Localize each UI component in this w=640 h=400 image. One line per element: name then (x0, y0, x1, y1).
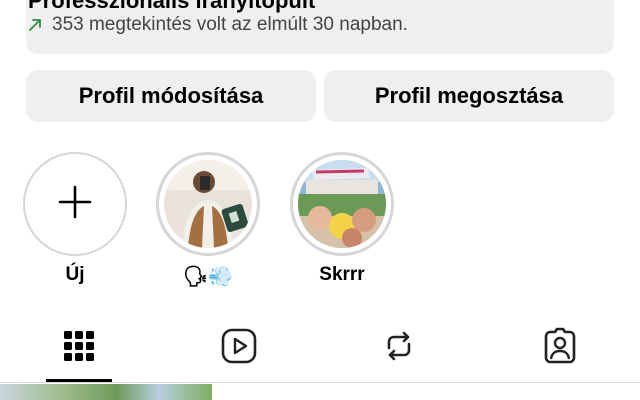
highlight-label: Új (65, 264, 85, 285)
highlight-ring[interactable] (290, 152, 394, 256)
highlight-cover-image (298, 160, 386, 248)
highlight-item[interactable]: 🗣💨 (156, 152, 260, 288)
post-thumbnail[interactable] (0, 384, 212, 400)
plus-icon (57, 184, 93, 225)
highlight-new[interactable]: Új (23, 152, 127, 285)
tab-tagged[interactable] (538, 326, 582, 370)
repost-icon (381, 328, 417, 369)
highlight-label: Skrrr (319, 264, 365, 285)
reels-play-icon (220, 327, 258, 370)
grid-icon (62, 329, 96, 368)
tabs-divider (0, 382, 640, 383)
tab-reels[interactable] (217, 326, 261, 370)
tab-grid[interactable] (57, 326, 101, 370)
tab-reposts[interactable] (377, 326, 421, 370)
tagged-person-icon (541, 327, 579, 370)
share-profile-button[interactable]: Profil megosztása (324, 70, 614, 122)
highlight-new-ring[interactable] (23, 152, 127, 256)
highlight-cover-image (164, 160, 252, 248)
dashboard-stat-text: 353 megtekintés volt az elmúlt 30 napban… (52, 14, 408, 35)
edit-profile-button[interactable]: Profil módosítása (26, 70, 316, 122)
highlight-ring[interactable] (156, 152, 260, 256)
dashboard-stat: 353 megtekintés volt az elmúlt 30 napban… (28, 14, 408, 36)
trend-up-arrow-icon (28, 18, 42, 32)
highlight-item[interactable]: Skrrr (290, 152, 394, 285)
highlight-label: 🗣💨 (182, 266, 234, 288)
dashboard-title: Professzionális irányítópult (28, 0, 316, 13)
